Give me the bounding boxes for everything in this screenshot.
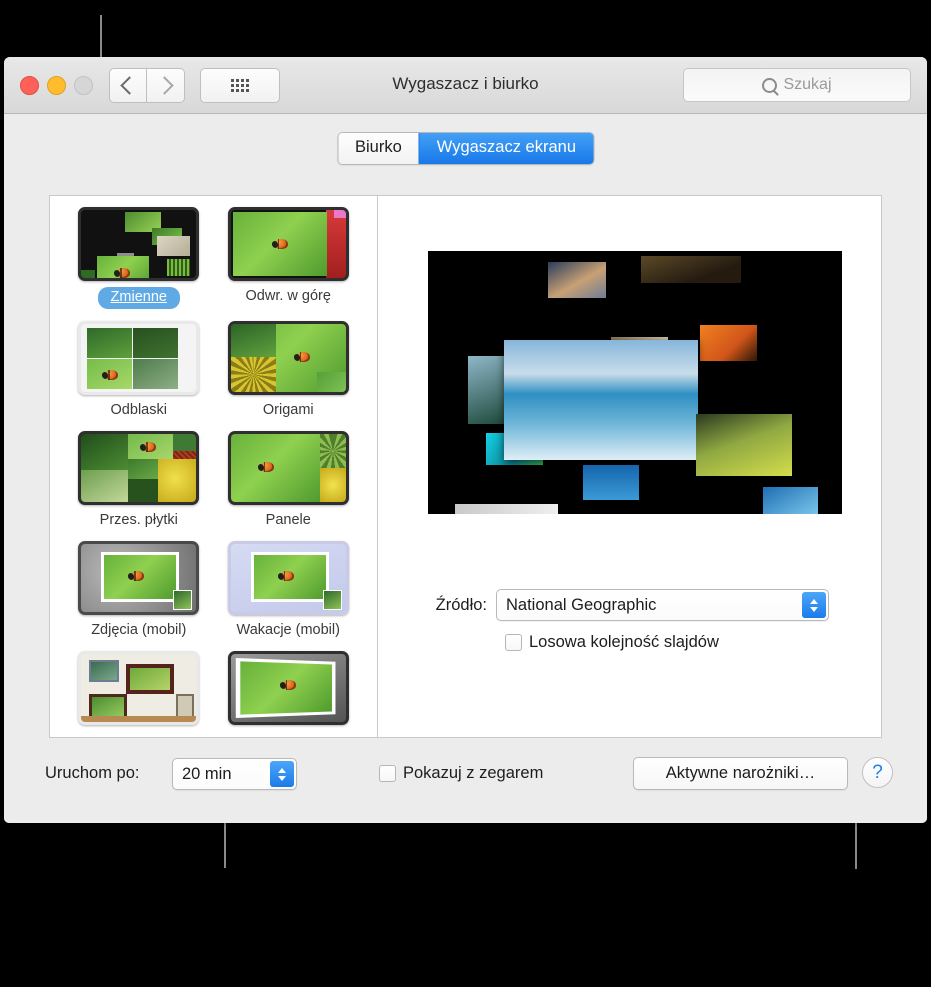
tab-desktop[interactable]: Biurko	[338, 133, 419, 164]
screensaver-item-odwr-w-gore[interactable]: Odwr. w górę	[214, 207, 364, 309]
show-clock-checkbox[interactable]	[379, 765, 396, 782]
screensaver-thumbnail	[228, 207, 349, 281]
screensaver-item-clipped-left[interactable]	[64, 651, 214, 731]
stepper-icon[interactable]	[802, 592, 826, 618]
system-preferences-window: Wygaszacz i biurko Szukaj Biurko Wygasza…	[4, 57, 927, 823]
screensaver-item-wakacje-mobil[interactable]: Wakacje (mobil)	[214, 541, 364, 639]
source-row: Źródło: National Geographic	[378, 589, 881, 621]
screensaver-label: Zdjęcia (mobil)	[91, 621, 186, 639]
start-after-popup-button[interactable]: 20 min	[172, 758, 297, 790]
shuffle-checkbox-row[interactable]: Losowa kolejność slajdów	[505, 633, 719, 652]
bottom-bar: Uruchom po: 20 min Pokazuj z zegarem Akt…	[4, 738, 927, 823]
main-panel: Zmienne Odwr. w górę	[49, 195, 882, 738]
screensaver-thumbnail	[78, 651, 199, 725]
screensaver-item-zdjecia-mobil[interactable]: Zdjęcia (mobil)	[64, 541, 214, 639]
hot-corners-button[interactable]: Aktywne narożniki…	[633, 757, 848, 790]
screensaver-label: Odwr. w górę	[246, 287, 331, 305]
preview-pane: Źródło: National Geographic Losowa kolej…	[378, 196, 881, 737]
search-icon	[762, 78, 777, 93]
screensaver-item-zmienne[interactable]: Zmienne	[64, 207, 214, 309]
screensaver-list[interactable]: Zmienne Odwr. w górę	[50, 196, 378, 737]
screensaver-label: Origami	[263, 401, 314, 419]
tab-bar: Biurko Wygaszacz ekranu	[4, 114, 927, 170]
source-label: Źródło:	[378, 596, 496, 615]
source-popup-button[interactable]: National Geographic	[496, 589, 829, 621]
show-clock-label: Pokazuj z zegarem	[403, 764, 543, 783]
screensaver-thumbnail	[228, 541, 349, 615]
help-button[interactable]: ?	[862, 757, 893, 788]
window-titlebar: Wygaszacz i biurko Szukaj	[4, 57, 927, 114]
screensaver-label: Wakacje (mobil)	[237, 621, 340, 639]
screensaver-label: Przes. płytki	[100, 511, 178, 529]
segmented-tabs: Biurko Wygaszacz ekranu	[337, 132, 594, 165]
screensaver-thumbnail	[78, 541, 199, 615]
screensaver-item-clipped-right[interactable]	[214, 651, 364, 731]
screensaver-thumbnail	[228, 651, 349, 725]
screensaver-thumbnail	[78, 431, 199, 505]
screensaver-label: Odblaski	[111, 401, 167, 419]
shuffle-label: Losowa kolejność slajdów	[529, 633, 719, 652]
screensaver-item-origami[interactable]: Origami	[214, 321, 364, 419]
search-placeholder: Szukaj	[783, 76, 831, 94]
screensaver-item-odblaski[interactable]: Odblaski	[64, 321, 214, 419]
screensaver-thumbnail	[78, 207, 199, 281]
screensaver-thumbnail	[228, 321, 349, 395]
show-clock-checkbox-row[interactable]: Pokazuj z zegarem	[379, 764, 543, 783]
screensaver-thumbnail	[228, 431, 349, 505]
screensaver-thumbnail	[78, 321, 199, 395]
source-value: National Geographic	[497, 596, 656, 615]
search-input[interactable]: Szukaj	[683, 68, 911, 102]
start-after-label: Uruchom po:	[45, 764, 139, 783]
start-after-value: 20 min	[173, 765, 232, 784]
tab-screensaver[interactable]: Wygaszacz ekranu	[419, 133, 593, 164]
screensaver-label: Panele	[266, 511, 311, 529]
screensaver-label: Zmienne	[98, 287, 180, 309]
screensaver-preview	[428, 251, 842, 514]
stepper-icon[interactable]	[270, 761, 294, 787]
shuffle-checkbox[interactable]	[505, 634, 522, 651]
screensaver-item-przes-plytki[interactable]: Przes. płytki	[64, 431, 214, 529]
screensaver-item-panele[interactable]: Panele	[214, 431, 364, 529]
